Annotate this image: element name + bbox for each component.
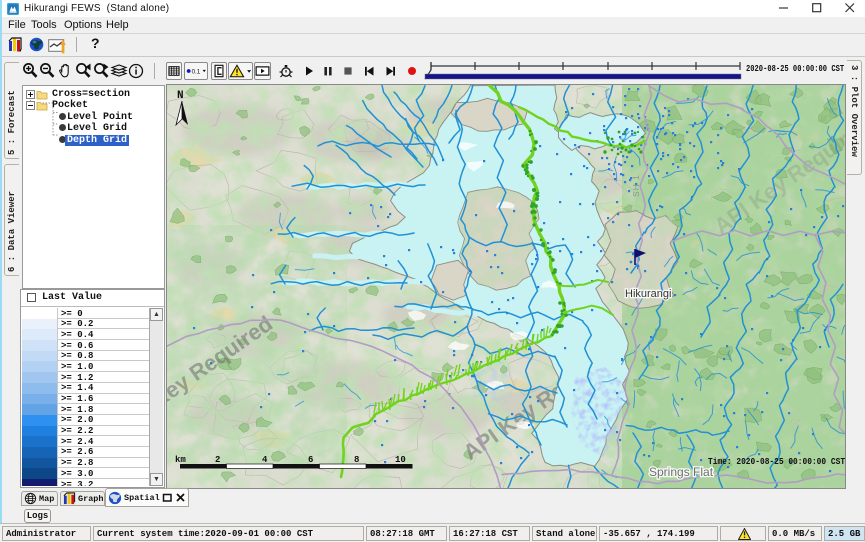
svg-text:km: km bbox=[175, 455, 186, 465]
svg-text:10: 10 bbox=[395, 455, 406, 465]
svg-text:Time: 2020-08-25 00:00:00 CST: Time: 2020-08-25 00:00:00 CST bbox=[708, 456, 845, 467]
svg-text:2: 2 bbox=[215, 455, 220, 465]
svg-text:SH 1: SH 1 bbox=[631, 174, 641, 197]
svg-text:4: 4 bbox=[262, 455, 268, 465]
svg-text:Springs Flat: Springs Flat bbox=[649, 465, 714, 479]
svg-text:Hikurangi: Hikurangi bbox=[625, 288, 671, 300]
svg-text:8: 8 bbox=[354, 455, 359, 465]
svg-text:6: 6 bbox=[308, 455, 313, 465]
svg-text:N: N bbox=[177, 90, 184, 102]
